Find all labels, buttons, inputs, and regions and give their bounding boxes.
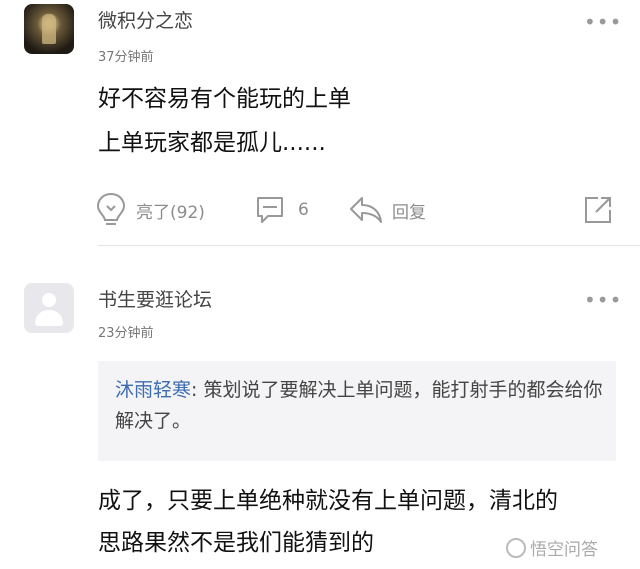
avatar-figure [42, 14, 56, 44]
wukong-logo-icon [506, 537, 526, 558]
quoted-username[interactable]: 沐雨轻寒 [115, 379, 191, 401]
reply-label: 回复 [392, 202, 426, 223]
comment-text-line: 好不容易有个能玩的上单 [98, 86, 351, 112]
watermark-text: 悟空问答 [530, 540, 598, 560]
more-options-icon[interactable]: ••• [584, 10, 622, 34]
like-button[interactable]: 亮了(92) [96, 192, 205, 228]
comment-divider [98, 245, 640, 246]
comments-button[interactable]: 6 [254, 194, 309, 226]
more-options-icon[interactable]: ••• [584, 288, 622, 312]
comment-text-line: 思路果然不是我们能猜到的 [98, 530, 374, 556]
username[interactable]: 书生要逛论坛 [98, 285, 212, 312]
default-avatar-icon [42, 293, 56, 307]
username[interactable]: 微积分之恋 [98, 6, 193, 33]
user-avatar[interactable] [24, 283, 74, 333]
reply-button[interactable]: 回复 [348, 194, 426, 226]
watermark: 悟空问答 [506, 535, 598, 560]
user-avatar[interactable] [24, 4, 74, 54]
share-button[interactable] [582, 194, 614, 226]
comment-text-line: 上单玩家都是孤儿...... [98, 130, 326, 156]
comment-time: 37分钟前 [98, 50, 154, 65]
share-icon [582, 194, 614, 226]
like-count: 亮了(92) [136, 202, 205, 223]
comment-count: 6 [298, 200, 309, 220]
lightbulb-icon [96, 192, 126, 228]
speech-bubble-icon [254, 194, 286, 226]
comment-time: 23分钟前 [98, 326, 154, 341]
quoted-reply: 沐雨轻寒: 策划说了要解决上单问题，能打射手的都会给你解决了。 [98, 361, 616, 461]
reply-arrow-icon [348, 194, 384, 226]
comment-text-line: 成了，只要上单绝种就没有上单问题，清北的 [98, 488, 558, 514]
